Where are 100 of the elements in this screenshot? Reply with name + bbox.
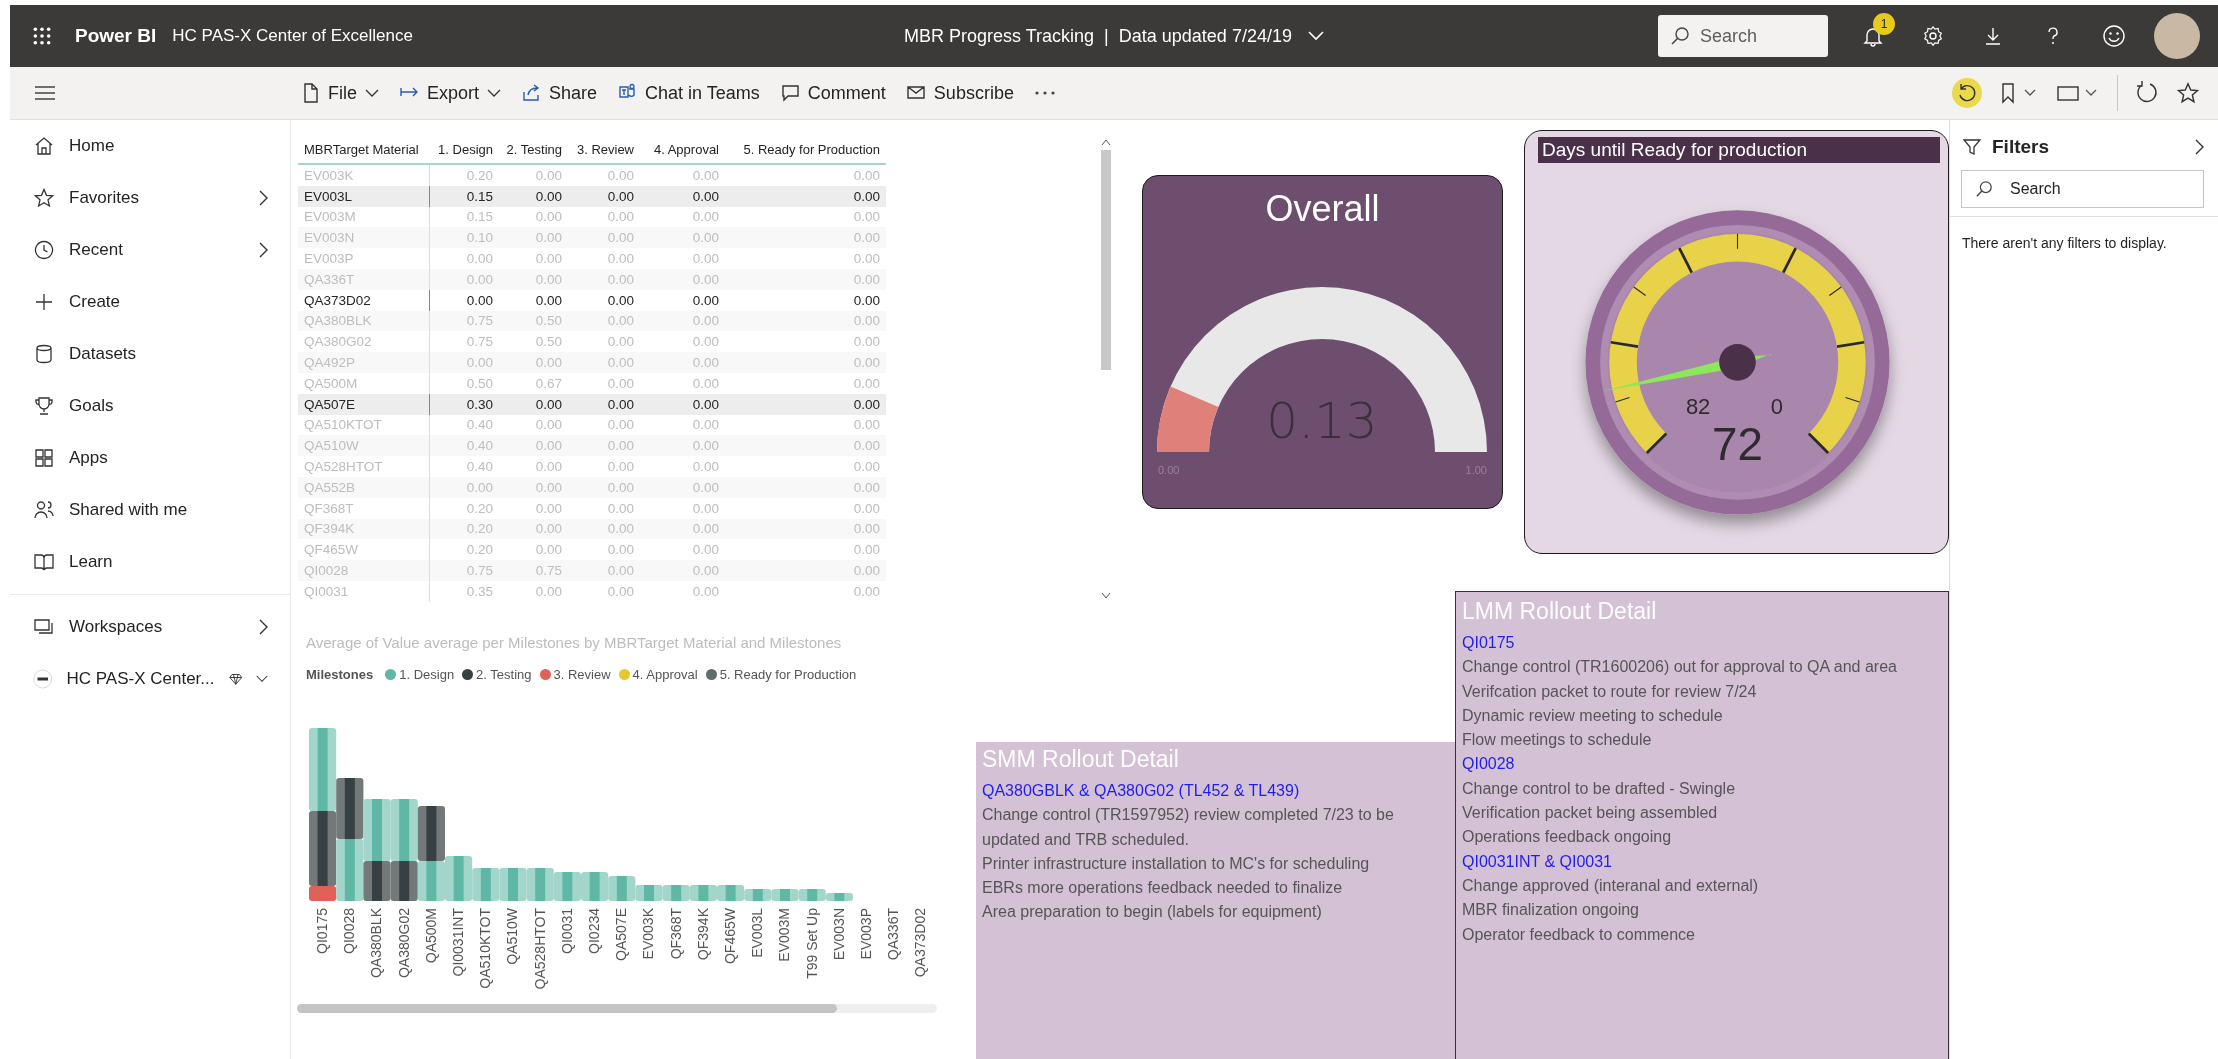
table-cell: 0.75 xyxy=(429,331,499,353)
link[interactable]: QI0028 xyxy=(1462,752,1942,777)
table-cell: 0.00 xyxy=(568,331,640,353)
smiley-icon[interactable] xyxy=(2102,24,2126,48)
column-header[interactable]: 1. Design xyxy=(429,134,499,164)
table-cell: 0.00 xyxy=(640,497,725,519)
table-cell: 0.00 xyxy=(725,476,886,498)
table-cell: 0.00 xyxy=(499,352,568,373)
table-cell: 0.30 xyxy=(429,393,499,415)
table-cell: 0.00 xyxy=(499,414,568,436)
nav-item[interactable]: Shared with me xyxy=(10,484,290,536)
empty-message: There aren't any filters to display. xyxy=(1961,234,2168,253)
table-cell: 0.00 xyxy=(568,185,640,207)
legend-label: 5. Ready for Production xyxy=(719,667,857,682)
nav-icon xyxy=(33,187,55,209)
nav-item[interactable]: Create xyxy=(10,276,290,328)
more-options-icon[interactable] xyxy=(1033,90,1056,96)
legend-label: 3. Review xyxy=(553,667,611,682)
table-cell: 0.00 xyxy=(568,248,640,269)
column-header[interactable]: 2. Testing xyxy=(499,134,568,164)
toolbar-button[interactable]: Subscribe xyxy=(905,78,1014,108)
workspace-name[interactable]: HC PAS-X Center of Excellence xyxy=(172,26,413,46)
text-box-title: SMM Rollout Detail xyxy=(982,746,1180,773)
toolbar-button[interactable]: File xyxy=(300,78,379,108)
nav-item[interactable]: Learn xyxy=(10,536,290,588)
app-name[interactable]: Power BI xyxy=(75,25,157,47)
table-cell: 0.00 xyxy=(725,372,886,394)
table-cell: 0.00 xyxy=(640,352,725,373)
table-cell: 0.00 xyxy=(568,164,640,186)
table-cell: 0.00 xyxy=(640,560,725,581)
menu-icon[interactable] xyxy=(34,85,56,101)
nav-item[interactable]: Favorites xyxy=(10,172,290,224)
ribbon-column[interactable] xyxy=(390,799,418,901)
link[interactable]: QI0031INT & QI0031 xyxy=(1462,849,1942,874)
toolbar-button[interactable]: Share xyxy=(521,78,598,108)
table-cell: 0.00 xyxy=(499,518,568,540)
link[interactable]: QI0175 xyxy=(1462,631,1942,656)
scroll-up-icon[interactable] xyxy=(1101,138,1111,146)
avatar[interactable] xyxy=(2154,13,2200,59)
settings-icon[interactable] xyxy=(1922,25,1944,47)
nav-item[interactable]: Datasets xyxy=(10,328,290,380)
nav-item[interactable]: Goals xyxy=(10,380,290,432)
column-header[interactable]: MBRTarget Material xyxy=(298,134,429,164)
table-cell[interactable]: QA373D02 xyxy=(298,289,429,311)
detail-line: Change control to be drafted - Swingle xyxy=(1462,778,1737,799)
table-cell: 0.00 xyxy=(725,164,886,186)
table-cell: 0.00 xyxy=(640,227,725,249)
toolbar-button[interactable]: Chat in Teams xyxy=(617,78,760,108)
toolbar-button[interactable]: Comment xyxy=(779,78,886,108)
table-cell: 0.10 xyxy=(429,227,499,249)
table-cell: 0.00 xyxy=(568,456,640,477)
title-separator: | xyxy=(1104,25,1109,47)
column-header[interactable]: 4. Approval xyxy=(640,134,725,164)
link[interactable]: QA380GBLK & QA380G02 (TL452 & TL439) xyxy=(982,779,1449,804)
table-cell: 0.00 xyxy=(568,393,640,415)
search-field[interactable]: Search xyxy=(1658,15,1828,57)
table-cell: 0.00 xyxy=(725,518,886,540)
search-icon xyxy=(1670,26,1690,46)
table-cell[interactable]: EV003L xyxy=(298,185,429,207)
table-cell: 0.50 xyxy=(429,372,499,394)
table-cell: 0.75 xyxy=(429,310,499,332)
ribbon-column[interactable] xyxy=(336,778,364,901)
favorite-star-icon[interactable] xyxy=(2176,81,2200,105)
search-field[interactable]: Search xyxy=(1961,170,2204,208)
nav-item[interactable]: Recent xyxy=(10,224,290,276)
nav-item[interactable]: Home xyxy=(10,120,290,172)
table-cell: 0.00 xyxy=(568,414,640,436)
app-launcher-icon[interactable] xyxy=(32,26,52,46)
scroll-down-icon[interactable] xyxy=(1101,592,1111,600)
table-cell[interactable]: QA507E xyxy=(298,393,429,415)
table-cell: 0.20 xyxy=(429,497,499,519)
reset-icon[interactable] xyxy=(1951,77,1983,109)
table-cell: 0.00 xyxy=(725,310,886,332)
ribbon-column[interactable] xyxy=(363,799,391,901)
chevron-right-icon[interactable] xyxy=(2194,139,2204,155)
horizontal-scrollbar[interactable] xyxy=(297,1004,937,1013)
axis-label: QI0175 xyxy=(314,908,330,954)
table-cell: 0.00 xyxy=(568,497,640,519)
column-header[interactable]: 5. Ready for Production xyxy=(725,134,886,164)
table-cell: 0.00 xyxy=(568,580,640,602)
axis-label: QI0031INT xyxy=(450,908,466,977)
toolbar-button[interactable]: Export xyxy=(399,78,502,108)
table-cell: 0.00 xyxy=(725,560,886,581)
column-header[interactable]: 3. Review xyxy=(568,134,640,164)
ribbon-column[interactable] xyxy=(309,728,337,901)
table-cell: 0.00 xyxy=(499,164,568,186)
nav-icon xyxy=(33,343,55,365)
ribbon-column[interactable] xyxy=(417,806,445,901)
nav-icon xyxy=(33,395,55,417)
table-cell: 0.75 xyxy=(499,560,568,581)
table-cell: 0.00 xyxy=(725,206,886,228)
nav-item[interactable]: Workspaces xyxy=(10,601,290,653)
table-cell: 0.00 xyxy=(499,227,568,249)
text-box-title: LMM Rollout Detail xyxy=(1462,598,1658,625)
nav-item[interactable]: HC PAS-X Center... xyxy=(10,653,290,705)
table-cell: 0.00 xyxy=(429,352,499,373)
table-cell: 0.00 xyxy=(640,456,725,477)
detail-line: Change approved (interanal and external) xyxy=(1462,875,1760,896)
nav-item[interactable]: Apps xyxy=(10,432,290,484)
chevron-down-icon[interactable] xyxy=(1307,31,1324,41)
